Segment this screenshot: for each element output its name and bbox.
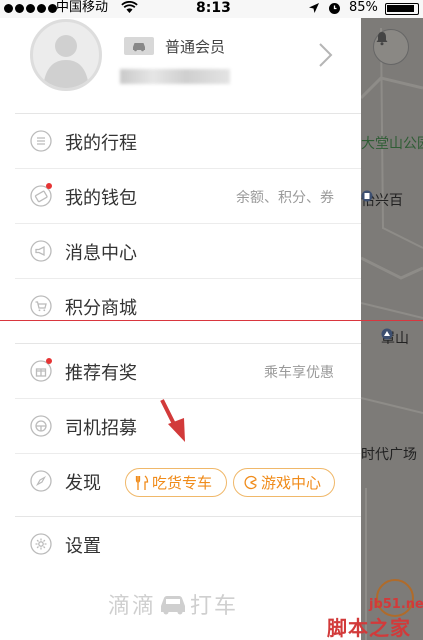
side-drawer: 普通会员 我的行程 我的钱包 余额、积分、券 消息中心 积分商城 推荐有奖 乘车…: [0, 18, 361, 640]
map-label-park: 大堂山公园: [361, 136, 423, 152]
list-icon: [30, 130, 52, 152]
watermark-site: jb51.net: [369, 597, 423, 612]
chevron-right-icon[interactable]: [318, 42, 334, 68]
watermark-name: 脚本之家: [327, 616, 411, 640]
badge-dot: [46, 183, 52, 189]
menu-item-referral[interactable]: 推荐有奖 乘车享优惠: [0, 344, 361, 398]
profile-header[interactable]: 普通会员: [0, 18, 361, 113]
taxi-icon: [161, 596, 186, 615]
poi-icon: [381, 328, 393, 340]
battery-icon: [385, 3, 419, 15]
location-arrow-icon: [309, 3, 319, 13]
gear-icon: [30, 533, 52, 555]
menu-item-label: 设置: [65, 536, 101, 557]
menu-item-trips[interactable]: 我的行程: [0, 114, 361, 168]
pill-label: 游戏中心: [261, 474, 322, 492]
wifi-icon: [121, 1, 138, 13]
game-center-pill[interactable]: 游戏中心: [233, 468, 335, 497]
fork-knife-icon: [135, 474, 149, 490]
menu-item-hint: 乘车享优惠: [264, 365, 334, 381]
alarm-icon: [329, 3, 340, 14]
menu-item-label: 我的行程: [65, 133, 137, 154]
brand-text-left: 滴滴: [108, 594, 157, 619]
avatar-silhouette-icon: [43, 35, 89, 88]
drawer-menu: 我的行程 我的钱包 余额、积分、券 消息中心 积分商城 推荐有奖 乘车享优惠 司…: [0, 113, 361, 571]
foodie-car-pill[interactable]: 吃货专车: [125, 468, 227, 497]
badge-dot: [46, 358, 52, 364]
battery-percent: 85%: [349, 0, 378, 15]
menu-item-discover[interactable]: 发现 吃货专车 游戏中心: [0, 454, 361, 508]
menu-item-settings[interactable]: 设置: [0, 517, 361, 571]
status-bar: 中国移动 8:13 85%: [0, 0, 423, 18]
poi-icon: [361, 190, 373, 202]
phone-number-redacted: [120, 69, 230, 84]
menu-item-points-mall[interactable]: 积分商城: [0, 279, 361, 333]
menu-item-label: 我的钱包: [65, 188, 137, 209]
bell-icon: [376, 32, 388, 46]
megaphone-icon: [30, 240, 52, 262]
menu-item-wallet[interactable]: 我的钱包 余额、积分、券: [0, 169, 361, 223]
member-car-icon: [124, 37, 154, 55]
avatar[interactable]: [30, 19, 102, 91]
signal-strength-icon: [4, 4, 57, 13]
map-label-mall: 怡兴百: [361, 190, 403, 210]
notification-bell-button[interactable]: [373, 29, 409, 65]
brand-logo: 滴滴 打车: [108, 588, 238, 620]
map-label-square: 时代广场: [361, 447, 417, 463]
clock: 8:13: [196, 0, 231, 16]
brand-text-right: 打车: [190, 594, 239, 619]
annotation-arrow-icon: [160, 399, 185, 442]
red-guide-line: [0, 320, 423, 321]
menu-item-label: 发现: [65, 473, 101, 494]
carrier-name: 中国移动: [56, 0, 109, 15]
map-label-place: 罩山: [381, 328, 409, 348]
steering-wheel-icon: [30, 415, 52, 437]
menu-item-messages[interactable]: 消息中心: [0, 224, 361, 278]
menu-item-label: 消息中心: [65, 243, 137, 264]
member-level: 普通会员: [165, 38, 226, 56]
pill-label: 吃货专车: [152, 474, 213, 492]
menu-item-label: 推荐有奖: [65, 363, 137, 384]
cart-icon: [30, 295, 52, 317]
game-icon: [244, 475, 257, 490]
menu-item-label: 积分商城: [65, 298, 137, 319]
compass-icon: [30, 470, 52, 492]
map-background[interactable]: 大堂山公园 怡兴百 罩山 时代广场: [361, 18, 423, 640]
menu-item-hint: 余额、积分、券: [236, 190, 334, 206]
menu-item-label: 司机招募: [65, 418, 137, 439]
